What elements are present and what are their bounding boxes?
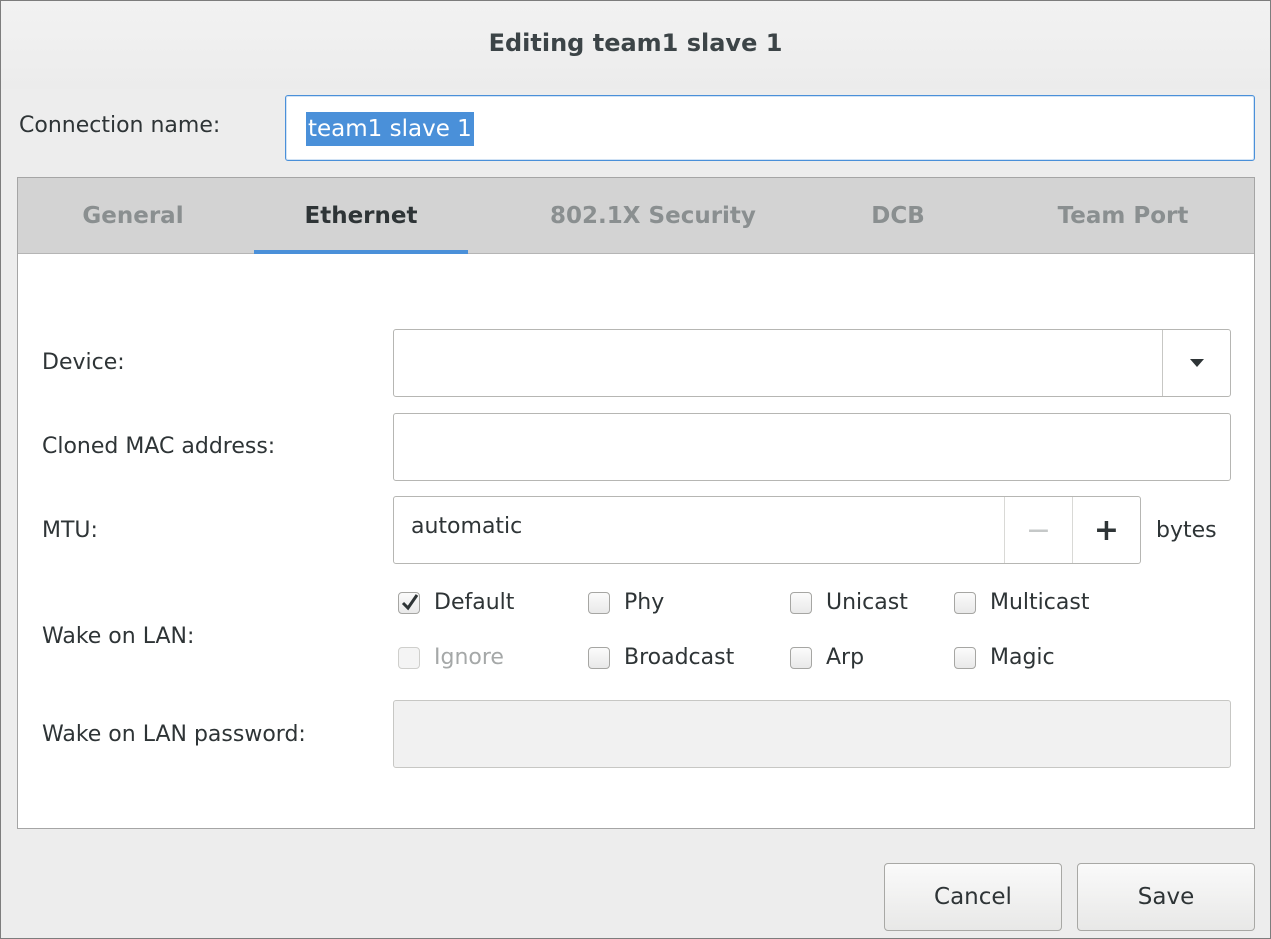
checkbox-checked-icon — [398, 591, 420, 614]
wol-unicast-label: Unicast — [826, 590, 908, 615]
wol-multicast-checkbox[interactable]: Multicast — [954, 590, 1089, 615]
wol-default-checkbox[interactable]: Default — [398, 590, 514, 615]
connection-name-row: Connection name: team1 slave 1 — [1, 93, 1270, 165]
checkbox-icon — [954, 646, 976, 669]
tab-general-label: General — [82, 202, 184, 229]
device-label: Device: — [42, 350, 125, 375]
cloned-mac-input[interactable] — [393, 413, 1231, 481]
wol-unicast-checkbox[interactable]: Unicast — [790, 590, 908, 615]
checkbox-icon — [398, 646, 420, 669]
wol-label: Wake on LAN: — [42, 624, 195, 649]
wol-magic-label: Magic — [990, 645, 1055, 670]
window-title: Editing team1 slave 1 — [488, 29, 783, 57]
wol-magic-checkbox[interactable]: Magic — [954, 645, 1055, 670]
save-button[interactable]: Save — [1077, 863, 1255, 931]
wol-phy-checkbox[interactable]: Phy — [588, 590, 664, 615]
wol-broadcast-checkbox[interactable]: Broadcast — [588, 645, 734, 670]
wol-arp-label: Arp — [826, 645, 865, 670]
wol-phy-label: Phy — [624, 590, 665, 615]
tab-ethernet-label: Ethernet — [304, 202, 418, 229]
chevron-down-icon — [1189, 359, 1204, 367]
checkbox-icon — [954, 591, 976, 614]
wol-ignore-checkbox[interactable]: Ignore — [398, 645, 504, 670]
wol-multicast-label: Multicast — [990, 590, 1090, 615]
wol-broadcast-label: Broadcast — [624, 645, 735, 670]
tab-general[interactable]: General — [58, 178, 208, 253]
tab-bar: General Ethernet 802.1X Security DCB Tea… — [18, 178, 1254, 254]
tab-dcb[interactable]: DCB — [843, 178, 953, 253]
mtu-label: MTU: — [42, 518, 98, 543]
mtu-unit-label: bytes — [1156, 518, 1217, 543]
tab-team-port[interactable]: Team Port — [1028, 178, 1218, 253]
mtu-decrement-button[interactable]: − — [1004, 497, 1072, 563]
wol-arp-checkbox[interactable]: Arp — [790, 645, 864, 670]
device-dropdown-button[interactable] — [1162, 330, 1230, 396]
plus-icon: + — [1093, 512, 1120, 548]
wol-ignore-label: Ignore — [434, 645, 504, 670]
connection-name-input[interactable]: team1 slave 1 — [285, 95, 1255, 161]
connection-name-label: Connection name: — [19, 113, 221, 138]
dialog-window: Editing team1 slave 1 Connection name: t… — [0, 0, 1271, 939]
minus-icon: − — [1025, 512, 1052, 548]
wol-password-input[interactable] — [393, 700, 1231, 768]
wol-default-label: Default — [434, 590, 515, 615]
device-combo[interactable] — [393, 329, 1231, 397]
checkbox-icon — [790, 591, 812, 614]
tab-team-port-label: Team Port — [1057, 202, 1189, 229]
checkbox-icon — [588, 591, 610, 614]
cancel-button-label: Cancel — [934, 884, 1012, 910]
settings-notebook: General Ethernet 802.1X Security DCB Tea… — [17, 177, 1255, 829]
save-button-label: Save — [1137, 884, 1195, 910]
tab-ethernet[interactable]: Ethernet — [254, 178, 468, 254]
mtu-spinbutton[interactable]: automatic − + — [393, 496, 1141, 564]
mtu-value: automatic — [411, 514, 523, 539]
cancel-button[interactable]: Cancel — [884, 863, 1062, 931]
wol-password-label: Wake on LAN password: — [42, 722, 306, 747]
tab-8021x-security[interactable]: 802.1X Security — [518, 178, 788, 253]
tab-8021x-security-label: 802.1X Security — [550, 202, 756, 229]
tab-dcb-label: DCB — [871, 202, 925, 229]
checkbox-icon — [790, 646, 812, 669]
connection-name-selected-text: team1 slave 1 — [306, 112, 474, 146]
cloned-mac-label: Cloned MAC address: — [42, 434, 276, 459]
mtu-increment-button[interactable]: + — [1072, 497, 1140, 563]
titlebar[interactable]: Editing team1 slave 1 — [1, 1, 1270, 89]
checkbox-icon — [588, 646, 610, 669]
